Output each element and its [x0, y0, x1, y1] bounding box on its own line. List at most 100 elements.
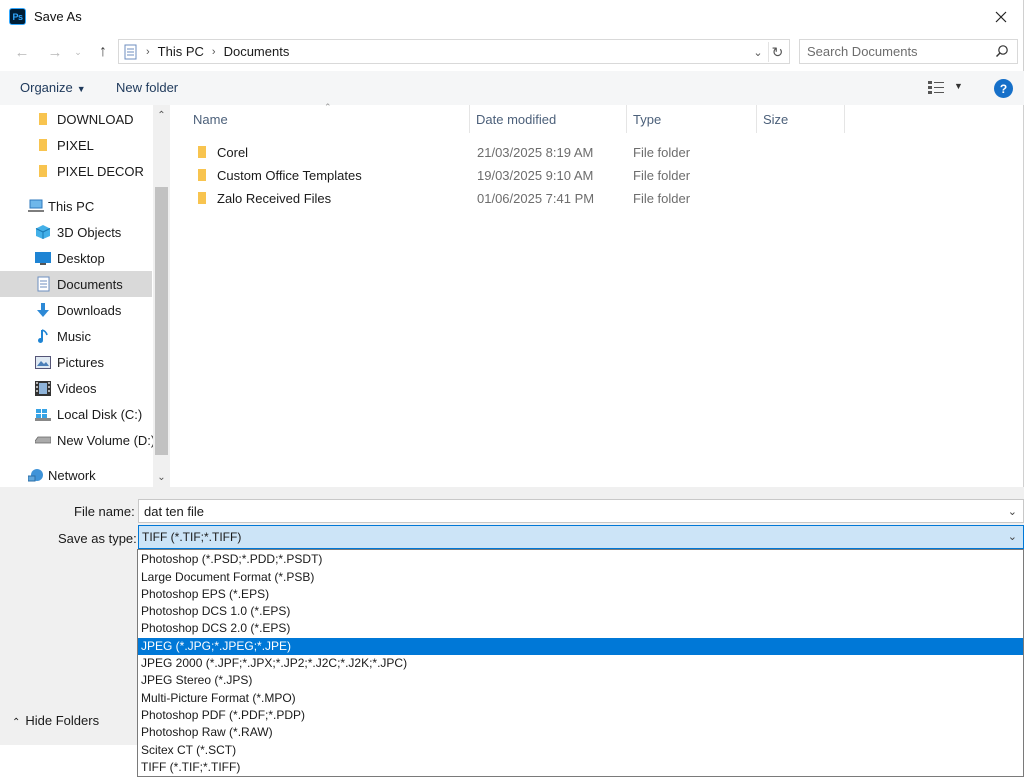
close-button[interactable]: [978, 0, 1024, 33]
dropdown-option[interactable]: Scitex CT (*.SCT): [138, 742, 1023, 759]
dropdown-option[interactable]: Large Document Format (*.PSB): [138, 569, 1023, 586]
nav-item-label: Pictures: [57, 354, 104, 370]
desktop-icon: [35, 250, 51, 266]
chevron-right-icon[interactable]: ›: [146, 46, 150, 58]
forward-button[interactable]: →: [44, 41, 66, 63]
documents-location-icon: [124, 44, 137, 59]
title-bar: Ps Save As: [0, 0, 1024, 33]
save-as-type-select[interactable]: TIFF (*.TIF;*.TIFF) ⌄: [138, 525, 1024, 549]
nav-item-3d-objects[interactable]: 3D Objects: [0, 219, 152, 245]
organize-button[interactable]: Organize ▼: [20, 80, 86, 95]
dropdown-option-highlighted[interactable]: JPEG (*.JPG;*.JPEG;*.JPE): [138, 637, 1023, 655]
caret-down-icon: ▼: [76, 84, 86, 94]
file-name: Custom Office Templates: [217, 168, 362, 183]
arrow-right-icon: →: [47, 43, 63, 61]
nav-item-videos[interactable]: Videos: [0, 375, 152, 401]
column-header-date-modified[interactable]: Date modified: [470, 105, 627, 133]
view-options-icon[interactable]: [928, 81, 944, 94]
nav-item-documents[interactable]: Documents: [0, 271, 152, 297]
folder-icon: [198, 169, 206, 181]
videos-icon: [35, 380, 51, 396]
file-list: ⌃ Name Date modified Type Size Corel 21/…: [171, 102, 1024, 487]
nav-item-label: DOWNLOAD: [57, 111, 134, 127]
nav-item-local-disk[interactable]: Local Disk (C:): [0, 401, 152, 427]
window-title: Save As: [34, 9, 82, 24]
chevron-down-icon[interactable]: ⌄: [1008, 505, 1017, 518]
close-icon: [995, 11, 1007, 22]
pictures-icon: [35, 354, 51, 370]
nav-item-downloads[interactable]: Downloads: [0, 297, 152, 323]
nav-item-network[interactable]: Network: [0, 462, 152, 487]
recent-locations-button[interactable]: ⌄: [71, 41, 85, 63]
organize-label: Organize: [20, 80, 73, 95]
scroll-up-icon[interactable]: ⌃: [153, 105, 170, 125]
refresh-icon[interactable]: ↻: [768, 42, 786, 62]
hide-folders-label: Hide Folders: [25, 713, 100, 728]
scroll-down-icon[interactable]: ⌄: [153, 467, 170, 487]
column-header-type[interactable]: Type: [627, 105, 757, 133]
file-row[interactable]: Zalo Received Files 01/06/2025 7:41 PM F…: [189, 187, 889, 210]
chevron-down-icon[interactable]: ⌄: [1008, 530, 1017, 543]
folder-icon: [198, 146, 206, 158]
dropdown-option[interactable]: JPEG Stereo (*.JPS): [138, 672, 1023, 689]
nav-item-pixel-decor[interactable]: PIXEL DECOR: [0, 158, 152, 184]
3d-objects-icon: [35, 224, 51, 240]
file-type: File folder: [633, 168, 691, 183]
file-name-field[interactable]: dat ten file ⌄: [138, 499, 1024, 523]
save-as-type-value: TIFF (*.TIF;*.TIFF): [142, 530, 242, 544]
dropdown-option[interactable]: Photoshop DCS 2.0 (*.EPS): [138, 620, 1023, 637]
file-date: 01/06/2025 7:41 PM: [477, 191, 595, 206]
hide-folders-button[interactable]: ⌃ Hide Folders: [12, 713, 99, 728]
arrow-left-icon: ←: [14, 43, 30, 61]
dropdown-option[interactable]: Photoshop PDF (*.PDF;*.PDP): [138, 707, 1023, 724]
address-bar[interactable]: › This PC › Documents ⌄ ↻: [118, 39, 790, 64]
up-button[interactable]: ↑: [92, 41, 114, 63]
documents-icon: [35, 276, 51, 292]
new-folder-button[interactable]: New folder: [116, 80, 178, 95]
nav-item-new-volume[interactable]: New Volume (D:): [0, 427, 155, 453]
folder-icon: [35, 163, 51, 179]
dropdown-option[interactable]: Photoshop (*.PSD;*.PDD;*.PSDT): [138, 551, 1023, 568]
dropdown-option[interactable]: Photoshop EPS (*.EPS): [138, 586, 1023, 603]
breadcrumb-this-pc[interactable]: This PC: [158, 44, 204, 59]
breadcrumb-documents[interactable]: Documents: [224, 44, 290, 59]
navpane-scrollbar[interactable]: ⌃ ⌄: [153, 105, 170, 487]
downloads-icon: [35, 302, 51, 318]
dropdown-option[interactable]: TIFF (*.TIF;*.TIFF): [138, 759, 1023, 776]
dropdown-option[interactable]: Photoshop Raw (*.RAW): [138, 724, 1023, 741]
file-row[interactable]: Custom Office Templates 19/03/2025 9:10 …: [189, 164, 889, 187]
file-type: File folder: [633, 145, 691, 160]
dropdown-option[interactable]: Photoshop DCS 1.0 (*.EPS): [138, 603, 1023, 620]
drive-icon: [35, 432, 51, 448]
search-input[interactable]: Search Documents: [799, 39, 1018, 64]
nav-item-download[interactable]: DOWNLOAD: [0, 106, 152, 132]
search-icon[interactable]: [995, 44, 1009, 58]
file-row[interactable]: Corel 21/03/2025 8:19 AM File folder: [189, 141, 889, 164]
file-name-value: dat ten file: [144, 503, 204, 519]
search-placeholder: Search Documents: [807, 44, 918, 59]
dropdown-option[interactable]: JPEG 2000 (*.JPF;*.JPX;*.JP2;*.J2C;*.J2K…: [138, 655, 1023, 672]
nav-item-desktop[interactable]: Desktop: [0, 245, 152, 271]
view-dropdown-icon[interactable]: ▼: [954, 81, 963, 91]
chevron-up-icon: ⌃: [12, 717, 21, 728]
back-button[interactable]: ←: [11, 41, 33, 63]
photoshop-app-icon: Ps: [9, 8, 26, 25]
save-as-type-label: Save as type:: [58, 531, 137, 546]
chevron-right-icon[interactable]: ›: [212, 46, 216, 58]
column-header-size[interactable]: Size: [757, 105, 845, 133]
column-header-name[interactable]: Name: [187, 105, 470, 133]
nav-item-label: Desktop: [57, 250, 105, 266]
nav-item-pixel[interactable]: PIXEL: [0, 132, 152, 158]
this-pc-icon: [28, 198, 44, 214]
nav-item-this-pc[interactable]: This PC: [0, 193, 152, 219]
dropdown-option[interactable]: Multi-Picture Format (*.MPO): [138, 690, 1023, 707]
nav-item-music[interactable]: Music: [0, 323, 152, 349]
scrollbar-thumb[interactable]: [155, 187, 168, 455]
file-name: Zalo Received Files: [217, 191, 332, 206]
navigation-pane: DOWNLOAD PIXEL PIXEL DECOR This PC 3D Ob…: [0, 105, 170, 487]
nav-item-pictures[interactable]: Pictures: [0, 349, 152, 375]
nav-item-label: Videos: [57, 380, 97, 396]
help-icon[interactable]: ?: [994, 79, 1013, 98]
nav-item-label: Documents: [57, 276, 123, 292]
address-dropdown-icon[interactable]: ⌄: [751, 44, 765, 60]
